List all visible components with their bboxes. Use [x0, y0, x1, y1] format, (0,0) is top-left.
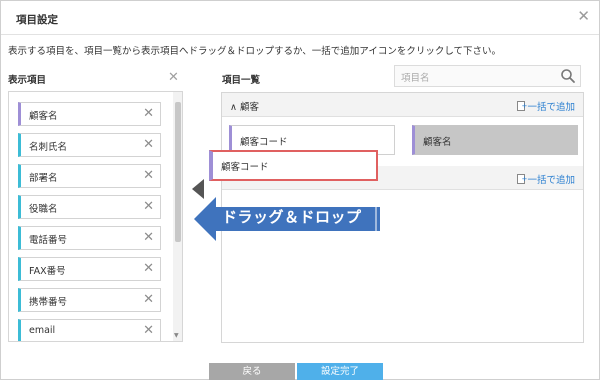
- display-item[interactable]: 役職名 ✕: [18, 195, 161, 219]
- remove-icon[interactable]: ✕: [143, 323, 154, 338]
- finish-settings-button[interactable]: 設定完了: [297, 363, 383, 380]
- scroll-down-icon[interactable]: ▼: [174, 332, 179, 339]
- back-button[interactable]: 戻る: [209, 363, 295, 380]
- item-list-heading: 項目一覧: [222, 75, 261, 86]
- display-item-label: 電話番号: [29, 235, 68, 246]
- display-item[interactable]: FAX番号 ✕: [18, 257, 161, 281]
- display-item-label: 顧客名: [29, 111, 58, 122]
- display-items-scrollbar[interactable]: ▼: [173, 92, 182, 341]
- remove-icon[interactable]: ✕: [143, 199, 154, 214]
- dragged-field[interactable]: 顧客コード: [209, 150, 378, 181]
- bulk-add-button[interactable]: 一括で追加: [517, 99, 575, 113]
- remove-icon[interactable]: ✕: [143, 292, 154, 307]
- close-icon[interactable]: ✕: [577, 9, 590, 24]
- field-label: 顧客コード: [240, 137, 288, 148]
- display-item-label: 名刺氏名: [29, 142, 68, 153]
- display-item-label: FAX番号: [29, 266, 66, 277]
- drag-drop-callout: [194, 197, 380, 241]
- display-item[interactable]: 携帯番号 ✕: [18, 288, 161, 312]
- display-item[interactable]: email ✕: [18, 319, 161, 341]
- search-placeholder: 項目名: [401, 73, 430, 84]
- dragged-field-label: 顧客コード: [221, 162, 269, 173]
- dialog-header: 項目設定 ✕: [1, 1, 599, 35]
- display-item-label: 役職名: [29, 204, 58, 215]
- display-item[interactable]: 顧客名 ✕: [18, 102, 161, 126]
- remove-icon[interactable]: ✕: [143, 137, 154, 152]
- display-item-label: email: [29, 325, 56, 336]
- item-search-input[interactable]: 項目名: [394, 65, 581, 87]
- bulk-add-icon: [517, 101, 527, 111]
- item-settings-dialog: 項目設定 ✕ 表示する項目を、項目一覧から表示項目へドラッグ＆ドロップするか、一…: [0, 0, 600, 380]
- dialog-title: 項目設定: [16, 14, 58, 26]
- display-items-panel: 顧客名 ✕ 名刺氏名 ✕ 部署名 ✕ 役職名 ✕ 電話番号 ✕ FAX番号 ✕: [8, 91, 183, 342]
- field-label: 顧客名: [423, 137, 452, 148]
- display-item[interactable]: 電話番号 ✕: [18, 226, 161, 250]
- bulk-add-icon: [517, 174, 527, 184]
- remove-icon[interactable]: ✕: [143, 106, 154, 121]
- display-item-label: 部署名: [29, 173, 58, 184]
- instruction-text: 表示する項目を、項目一覧から表示項目へドラッグ＆ドロップするか、一括で追加アイコ…: [8, 46, 502, 57]
- remove-icon[interactable]: ✕: [143, 168, 154, 183]
- display-items-heading: 表示項目: [8, 75, 47, 86]
- remove-icon[interactable]: ✕: [143, 261, 154, 276]
- group-label: ∧ 顧客: [230, 102, 259, 113]
- remove-icon[interactable]: ✕: [143, 230, 154, 245]
- display-item-label: 携帯番号: [29, 297, 68, 308]
- display-item[interactable]: 名刺氏名 ✕: [18, 133, 161, 157]
- display-item[interactable]: 部署名 ✕: [18, 164, 161, 188]
- bulk-add-button[interactable]: 一括で追加: [517, 172, 575, 186]
- group-header-customer[interactable]: ∧ 顧客 一括で追加: [222, 93, 583, 117]
- clear-all-icon[interactable]: ✕: [168, 70, 179, 85]
- field-item-selected[interactable]: 顧客名: [412, 125, 578, 155]
- search-icon[interactable]: [560, 68, 576, 84]
- scrollbar-thumb[interactable]: [175, 102, 181, 242]
